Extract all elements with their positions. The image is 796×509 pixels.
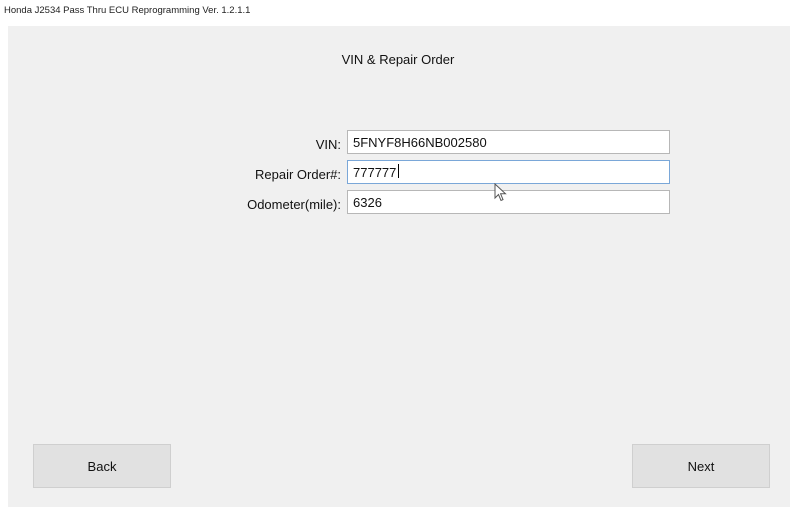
odometer-label: Odometer(mile): <box>247 197 341 212</box>
odometer-field[interactable] <box>347 190 670 214</box>
repair-order-field[interactable] <box>347 160 670 184</box>
back-button[interactable]: Back <box>33 444 171 488</box>
next-button[interactable]: Next <box>632 444 770 488</box>
vin-field[interactable] <box>347 130 670 154</box>
mouse-pointer-icon <box>494 183 507 202</box>
window-title: Honda J2534 Pass Thru ECU Reprogramming … <box>4 5 251 16</box>
page-title: VIN & Repair Order <box>341 52 455 67</box>
repair-order-label: Repair Order#: <box>255 167 341 182</box>
text-caret <box>398 164 399 178</box>
main-panel <box>8 26 790 507</box>
title-bar: Honda J2534 Pass Thru ECU Reprogramming … <box>0 0 796 24</box>
vin-label: VIN: <box>315 137 341 152</box>
